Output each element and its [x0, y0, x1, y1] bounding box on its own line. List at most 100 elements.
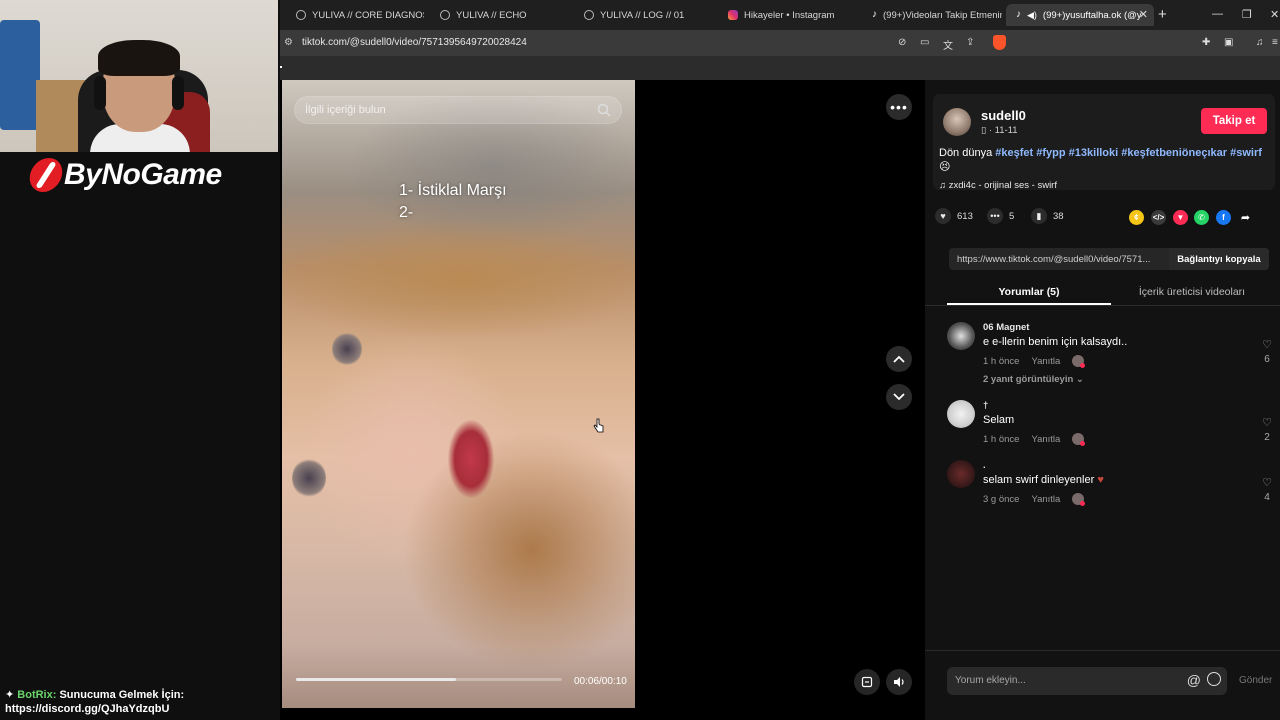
comment-like-count: 6 — [1264, 354, 1270, 365]
view-replies-button[interactable]: 2 yanıt görüntüleyin ⌄ — [983, 374, 1084, 385]
music-link[interactable]: ♫ zxdi4c - orijinal ses - swirf — [939, 180, 1057, 191]
browser-tab[interactable]: Hikayeler • Instagram — [716, 4, 856, 26]
tiktok-icon: ♪ — [1016, 9, 1021, 20]
emoji-icon[interactable] — [1207, 672, 1221, 686]
author-username[interactable]: sudell0 — [981, 108, 1026, 123]
comment-avatar[interactable] — [947, 460, 975, 488]
webcam-feed — [0, 0, 278, 152]
chevron-down-icon: ⌄ — [1075, 374, 1084, 385]
globe-icon — [584, 10, 594, 20]
like-button[interactable]: ♥ 613 — [935, 208, 973, 224]
menu-icon[interactable]: ≡ — [1272, 37, 1278, 48]
heart-emoji: ♥ — [1097, 474, 1104, 486]
facebook-icon[interactable]: f — [1216, 210, 1231, 225]
browser-tab[interactable]: YULIVA // ECHO — [428, 4, 568, 26]
captions-button[interactable] — [854, 669, 880, 695]
brand-logo: ByNoGame — [27, 155, 222, 195]
hashtag-link[interactable]: #keşfet — [995, 147, 1033, 159]
next-video-button[interactable] — [886, 384, 912, 410]
send-button[interactable]: Gönder — [1239, 675, 1272, 686]
comment-button[interactable]: ••• 5 — [987, 208, 1014, 224]
browser-tab[interactable]: YULIVA // LOG // 01 — [572, 4, 712, 26]
mention-icon[interactable]: @ — [1187, 672, 1201, 688]
creator-like-avatar — [1072, 433, 1086, 446]
close-window-icon[interactable]: ✕ — [1270, 8, 1279, 21]
maximize-icon[interactable]: ❐ — [1242, 8, 1252, 21]
brave-shield-icon[interactable] — [993, 35, 1006, 50]
media-icon[interactable]: ♫ — [1256, 37, 1264, 48]
progress-bar[interactable] — [296, 678, 562, 681]
wallet-icon[interactable]: ▣ — [1224, 37, 1233, 48]
tab-bar: YULIVA // CORE DIAGNOSTIC YULIVA // ECHO… — [280, 0, 1280, 30]
ellipsis-icon: ••• — [890, 99, 908, 115]
reply-button[interactable]: Yanıtla — [1031, 356, 1060, 367]
comment-like-icon[interactable]: ♡ — [1261, 476, 1273, 489]
globe-icon — [440, 10, 450, 20]
panel-tabs: Yorumlar (5) İçerik üreticisi videoları — [925, 280, 1280, 306]
minimize-icon[interactable]: — — [1212, 8, 1223, 20]
video-frame[interactable]: İlgili içeriği bulun 1- İstiklal Marşı 2… — [282, 80, 635, 708]
browser-tab-active[interactable]: ♪ ◀) (99+)yusuftalha.ok (@y ✕ — [1006, 4, 1154, 26]
translate-icon[interactable]: 文 — [943, 37, 953, 52]
tiktok-icon: ♪ — [872, 9, 877, 20]
caption-line: 1- İstiklal Marşı — [399, 182, 507, 199]
embed-icon[interactable]: </> — [1151, 210, 1166, 225]
close-tab-icon[interactable]: ✕ — [1139, 8, 1148, 21]
site-settings-icon[interactable]: ⚙ — [284, 37, 293, 48]
comment-username[interactable]: † — [983, 400, 988, 411]
comment-avatar[interactable] — [947, 322, 975, 350]
reply-button[interactable]: Yanıtla — [1031, 494, 1060, 505]
url-field[interactable]: tiktok.com/@sudell0/video/75713956497200… — [302, 37, 527, 48]
comment-text: e e-llerin benim için kalsaydı.. — [983, 336, 1128, 348]
copy-link-button[interactable]: Bağlantıyı kopyala — [1169, 248, 1269, 270]
browser-window: YULIVA // CORE DIAGNOSTIC YULIVA // ECHO… — [280, 0, 1280, 720]
browser-tab[interactable]: YULIVA // CORE DIAGNOSTIC — [284, 4, 424, 26]
chevron-down-icon — [893, 393, 905, 401]
comment-time: 1 h önce — [983, 355, 1020, 367]
browser-tab[interactable]: ♪ (99+)Videoları Takip Etmenin Ö — [860, 4, 1002, 26]
new-tab-button[interactable]: + — [1158, 7, 1167, 22]
comment-avatar[interactable] — [947, 400, 975, 428]
comment-input[interactable]: Yorum ekleyin... @ — [947, 667, 1227, 695]
hashtag-link[interactable]: #swirf — [1230, 147, 1262, 159]
share-page-icon[interactable]: ⇪ — [966, 37, 974, 48]
extensions-icon[interactable]: ✚ — [1202, 37, 1210, 48]
coin-icon[interactable]: ¢ — [1129, 210, 1144, 225]
follow-button[interactable]: Takip et — [1201, 108, 1267, 134]
author-avatar[interactable] — [943, 108, 971, 136]
save-count: 38 — [1053, 210, 1064, 222]
share-arrow-icon[interactable]: ➦ — [1238, 210, 1253, 225]
mute-icon[interactable]: ⊘ — [898, 37, 906, 48]
bot-message: ✦ BotRix: Sunucuma Gelmek İçin: https://… — [5, 688, 184, 716]
tab-title: (99+)Videoları Takip Etmenin Ö — [883, 9, 1002, 21]
comment-like-icon[interactable]: ♡ — [1261, 338, 1273, 351]
video-link[interactable]: https://www.tiktok.com/@sudell0/video/75… — [957, 254, 1150, 265]
send-icon[interactable]: ▼ — [1173, 210, 1188, 225]
hashtag-link[interactable]: #13killoki — [1069, 147, 1119, 159]
search-input[interactable]: İlgili içeriği bulun — [294, 96, 622, 124]
comment-username[interactable]: . — [983, 460, 986, 471]
tab-title: (99+)yusuftalha.ok (@y — [1042, 9, 1142, 21]
search-icon[interactable] — [597, 103, 611, 117]
emoji: 😣 — [939, 161, 951, 173]
hashtag-link[interactable]: #fypp — [1036, 147, 1065, 159]
cast-icon[interactable]: ▭ — [920, 37, 929, 48]
comment-like-count: 2 — [1264, 432, 1270, 443]
reply-button[interactable]: Yanıtla — [1031, 434, 1060, 445]
hashtag-link[interactable]: #keşfetbeniöneçıkar — [1121, 147, 1227, 159]
save-button[interactable]: ▮ 38 — [1031, 208, 1064, 224]
active-tab-indicator — [947, 303, 1111, 305]
tiktok-page: İlgili içeriği bulun 1- İstiklal Marşı 2… — [280, 80, 1280, 720]
comment-like-icon[interactable]: ♡ — [1261, 416, 1273, 429]
volume-button[interactable] — [886, 669, 912, 695]
video-caption-overlay: 1- İstiklal Marşı 2- — [399, 180, 507, 224]
tab-comments[interactable]: Yorumlar (5) — [947, 286, 1111, 298]
comment-composer: Yorum ekleyin... @ Gönder — [925, 650, 1280, 720]
whatsapp-icon[interactable]: ✆ — [1194, 210, 1209, 225]
action-bar: ♥ 613 ••• 5 ▮ 38 ¢ </> ▼ ✆ f ➦ — [935, 208, 1275, 230]
comment-username[interactable]: 06 Magnet — [983, 322, 1029, 333]
previous-video-button[interactable] — [886, 346, 912, 372]
tab-creator-videos[interactable]: İçerik üreticisi videoları — [1115, 286, 1269, 298]
discord-link: https://discord.gg/QJhaYdzqbU — [5, 703, 170, 715]
more-options-button[interactable]: ••• — [886, 94, 912, 120]
